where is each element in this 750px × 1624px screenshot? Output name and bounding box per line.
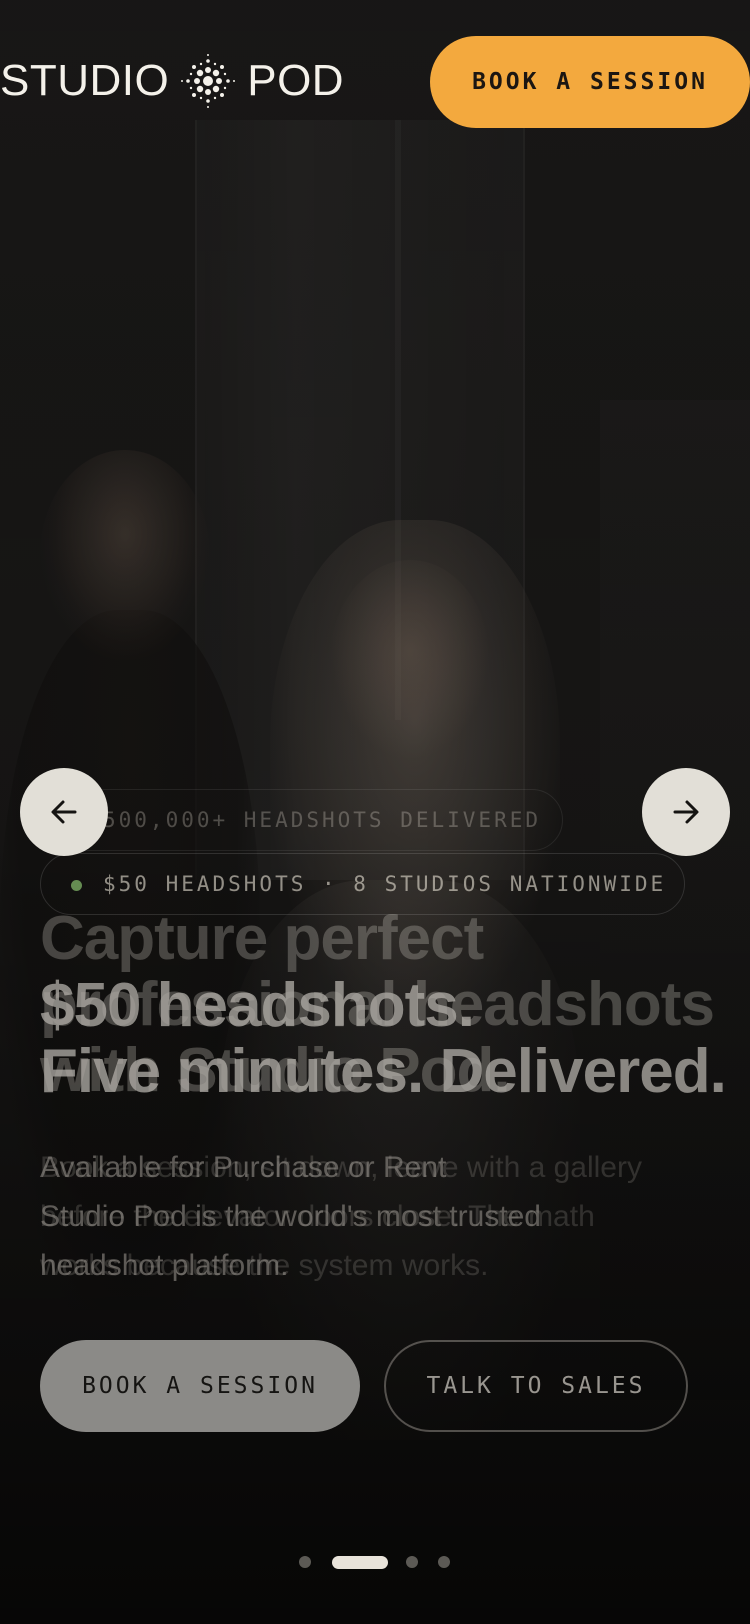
carousel-prev-button[interactable]	[20, 768, 108, 856]
talk-to-sales-button[interactable]: TALK TO SALES	[384, 1340, 688, 1432]
studio-pod-logo[interactable]: STUDIO POD	[0, 50, 344, 112]
subtitle-line: Available for Purchase or Rent	[40, 1151, 447, 1184]
carousel-next-button[interactable]	[642, 768, 730, 856]
hero-subtitle: Available for Purchase or Rent Studio Po…	[40, 1143, 630, 1290]
headline-line: $50 headshots.	[40, 971, 475, 1040]
header-book-session-button[interactable]: BOOK A SESSION	[430, 36, 750, 128]
carousel-dot-2-active[interactable]	[332, 1556, 388, 1569]
carousel-dot-1[interactable]	[299, 1556, 311, 1568]
pricing-badge-label: $50 HEADSHOTS · 8 STUDIOS NATIONWIDE	[103, 872, 667, 896]
arrow-right-icon	[673, 800, 699, 824]
starburst-icon	[181, 54, 236, 108]
headline-line: Five minutes. Delivered.	[40, 1037, 727, 1106]
pricing-badge: $50 HEADSHOTS · 8 STUDIOS NATIONWIDE	[40, 853, 685, 915]
logo-text-right: POD	[247, 56, 345, 105]
subtitle-line: Studio Pod is the world's most trusted	[40, 1200, 541, 1233]
logo-text-left: STUDIO	[0, 56, 170, 105]
carousel-dot-3[interactable]	[406, 1556, 418, 1568]
status-dot-icon	[71, 880, 82, 891]
hero-headline: $50 headshots. Five minutes. Delivered.	[40, 973, 740, 1105]
carousel-dot-4[interactable]	[438, 1556, 450, 1568]
book-session-button[interactable]: BOOK A SESSION	[40, 1340, 360, 1432]
subtitle-line: headshot platform.	[40, 1249, 289, 1282]
hero-section: 500,000+ HEADSHOTS DELIVERED Capture per…	[0, 0, 750, 1624]
arrow-left-icon	[51, 800, 77, 824]
carousel-pagination	[0, 1556, 750, 1570]
